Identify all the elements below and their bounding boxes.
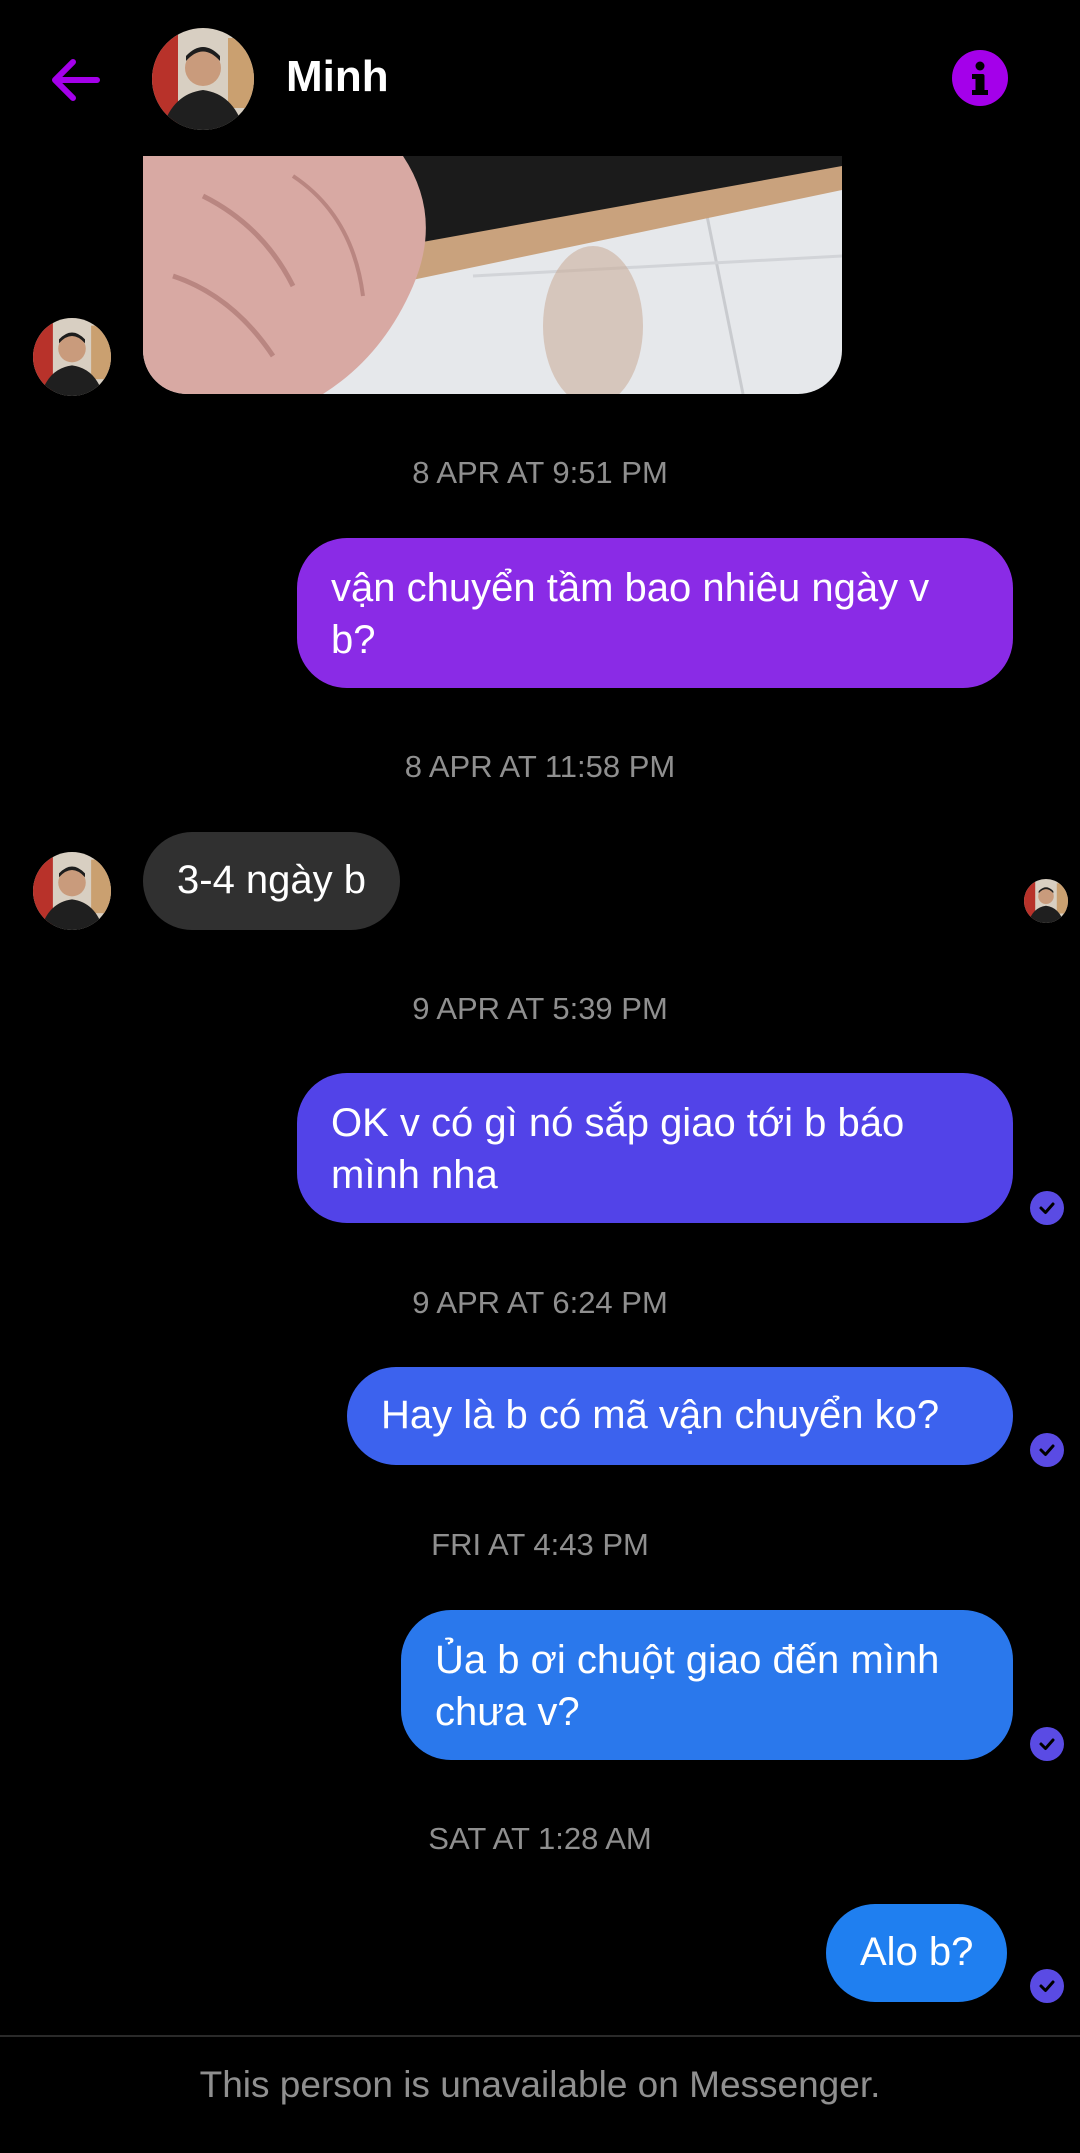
unavailable-notice: This person is unavailable on Messenger. <box>199 2064 881 2105</box>
outgoing-message[interactable]: Hay là b có mã vận chuyển ko? <box>347 1367 1013 1465</box>
timestamp: 9 APR AT 6:24 PM <box>412 1285 668 1320</box>
read-receipt-icon <box>1030 1433 1064 1467</box>
arrow-left-icon <box>52 59 100 101</box>
sender-avatar[interactable] <box>33 852 111 930</box>
seen-avatar <box>1024 879 1068 923</box>
image-message[interactable] <box>143 156 842 394</box>
timestamp: SAT AT 1:28 AM <box>428 1821 652 1856</box>
info-button[interactable] <box>952 50 1008 106</box>
sender-avatar[interactable] <box>33 318 111 396</box>
timestamp: FRI AT 4:43 PM <box>431 1527 649 1562</box>
info-icon <box>972 61 988 95</box>
footer-divider <box>0 2035 1080 2037</box>
read-receipt-icon <box>1030 1191 1064 1225</box>
contact-avatar[interactable] <box>152 28 254 130</box>
timestamp: 8 APR AT 9:51 PM <box>412 455 668 490</box>
timestamp: 9 APR AT 5:39 PM <box>412 991 668 1026</box>
outgoing-message[interactable]: Alo b? <box>826 1904 1008 2002</box>
read-receipt-icon <box>1030 1727 1064 1761</box>
timestamp: 8 APR AT 11:58 PM <box>404 749 676 784</box>
contact-name[interactable]: Minh <box>286 52 389 102</box>
outgoing-message[interactable]: Ủa b ơi chuột giao đến mình chưa v? <box>401 1610 1013 1760</box>
incoming-message[interactable]: 3-4 ngày b <box>143 832 401 930</box>
outgoing-message[interactable]: vận chuyển tầm bao nhiêu ngày v b? <box>297 538 1013 688</box>
read-receipt-icon <box>1030 1969 1064 2003</box>
outgoing-message[interactable]: OK v có gì nó sắp giao tới b báo mình nh… <box>297 1073 1013 1223</box>
back-button[interactable] <box>30 40 120 120</box>
